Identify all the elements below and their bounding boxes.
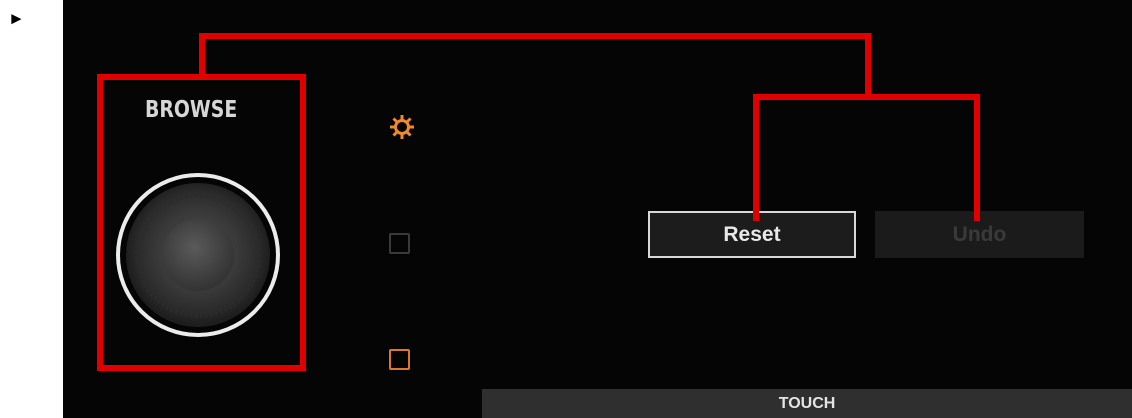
led-indicator-off [389,233,410,254]
undo-button[interactable]: Undo [875,211,1084,258]
reset-button[interactable]: Reset [648,211,856,258]
bullet-marker: ► [8,9,25,28]
browse-encoder-knob[interactable] [115,172,281,338]
led-indicator-on [389,349,410,370]
controller-panel: BROWSE Reset Undo TOUCH [63,0,1132,418]
touch-bar: TOUCH [482,389,1132,418]
browse-label: BROWSE [145,97,238,123]
touch-bar-label: TOUCH [778,394,836,412]
gear-icon [390,115,414,139]
